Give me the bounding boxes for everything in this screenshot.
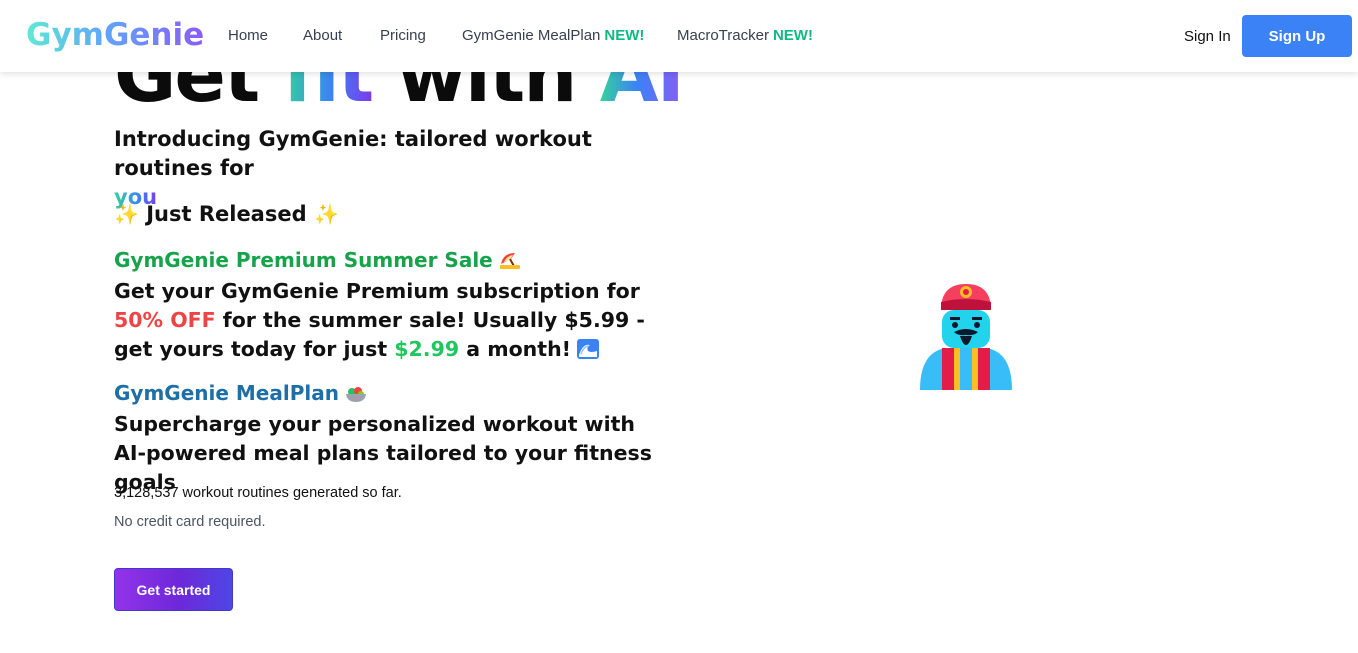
just-released: ✨ Just Released ✨ (114, 200, 339, 228)
nav-link-label: Pricing (380, 27, 426, 44)
nav-link-label: About (303, 27, 343, 44)
new-badge: NEW! (604, 27, 645, 44)
sparkles-icon: ✨ (114, 202, 139, 226)
intro-text: Introducing GymGenie: tailored workout r… (114, 125, 694, 212)
no-credit-card-note: No credit card required. (114, 514, 266, 530)
nav-link-label: MacroTracker (677, 27, 769, 44)
nav-link-mealplan[interactable]: GymGenie MealPlan NEW! (462, 26, 644, 46)
sign-up-button[interactable]: Sign Up (1242, 15, 1352, 57)
beach-umbrella-icon (499, 249, 521, 277)
nav-link-label: Home (228, 27, 269, 44)
mealplan-title: GymGenie MealPlan (114, 379, 674, 410)
sale-body-1: Get your GymGenie Premium subscription f… (114, 279, 640, 303)
sign-in-link[interactable]: Sign In (1184, 27, 1231, 47)
summer-sale-title-text: GymGenie Premium Summer Sale (114, 248, 493, 272)
genie-icon (916, 280, 1016, 392)
summer-sale-promo: GymGenie Premium Summer Sale Get your Gy… (114, 246, 674, 367)
wave-icon (577, 338, 600, 367)
nav-link-home[interactable]: Home (228, 26, 268, 46)
sale-discount: 50% OFF (114, 308, 216, 332)
nav-link-label: GymGenie MealPlan (462, 27, 601, 44)
salad-bowl-icon (345, 382, 367, 410)
sale-body-3: a month! (459, 337, 572, 361)
top-navbar: GymGenie Home About Pricing GymGenie Mea… (0, 0, 1358, 72)
intro-main: Introducing GymGenie: tailored workout r… (114, 127, 592, 180)
nav-link-macrotracker[interactable]: MacroTracker NEW! (677, 26, 813, 46)
sale-price: $2.99 (394, 337, 460, 361)
summer-sale-body: Get your GymGenie Premium subscription f… (114, 277, 674, 367)
new-badge: NEW! (772, 27, 813, 44)
mealplan-title-text: GymGenie MealPlan (114, 381, 339, 405)
just-released-label: Just Released (146, 202, 307, 226)
nav-link-pricing[interactable]: Pricing (380, 26, 426, 46)
sparkles-icon: ✨ (313, 202, 339, 226)
nav-link-about[interactable]: About (303, 26, 342, 46)
routines-counter: 3,128,537 workout routines generated so … (114, 485, 402, 501)
summer-sale-title: GymGenie Premium Summer Sale (114, 246, 674, 277)
gymgenie-logo[interactable]: GymGenie (26, 14, 204, 56)
mealplan-promo: GymGenie MealPlan Supercharge your perso… (114, 379, 674, 497)
get-started-button[interactable]: Get started (114, 568, 233, 611)
